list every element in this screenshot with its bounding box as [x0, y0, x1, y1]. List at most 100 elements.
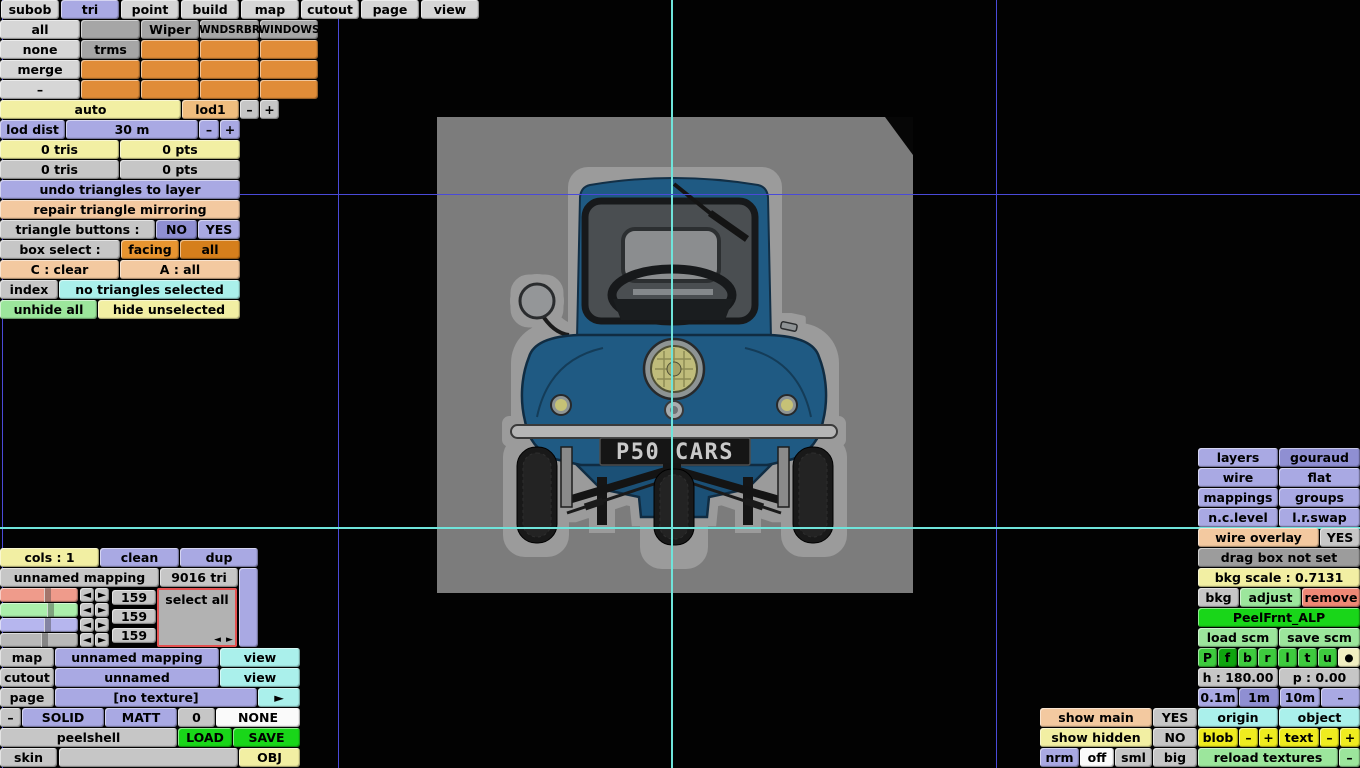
- subob-merge-button[interactable]: merge: [0, 60, 80, 79]
- subob-col-wiper[interactable]: Wiper: [141, 20, 199, 39]
- triangle-buttons-no[interactable]: NO: [156, 220, 197, 239]
- view-key-b-button[interactable]: b: [1238, 648, 1257, 667]
- select-all-hotkey-button[interactable]: A : all: [120, 260, 240, 279]
- nc-level-button[interactable]: n.c.level: [1198, 508, 1278, 527]
- cutout-label[interactable]: cutout: [0, 668, 54, 687]
- nrm-off-button[interactable]: off: [1080, 748, 1114, 767]
- subob-col-wndsrbr[interactable]: WNDSRBR: [200, 20, 259, 39]
- save-button[interactable]: SAVE: [233, 728, 300, 747]
- lod-level-button[interactable]: lod1: [182, 100, 239, 119]
- bkg-remove-button[interactable]: remove: [1302, 588, 1360, 607]
- subob-cell[interactable]: [260, 80, 318, 99]
- lod-dist-minus-button[interactable]: –: [199, 120, 219, 139]
- subob-none-button[interactable]: none: [0, 40, 80, 59]
- page-value[interactable]: [no texture]: [55, 688, 257, 707]
- blue-increment-button[interactable]: ►: [95, 618, 109, 632]
- flat-button[interactable]: flat: [1279, 468, 1360, 487]
- red-decrement-button[interactable]: ◄: [80, 588, 94, 602]
- slider-handle[interactable]: [44, 588, 52, 602]
- red-increment-button[interactable]: ►: [95, 588, 109, 602]
- slider-handle[interactable]: [46, 603, 54, 617]
- view-key-l-button[interactable]: l: [1278, 648, 1297, 667]
- skin-name-field[interactable]: [59, 748, 238, 767]
- mapping-scroll-strip[interactable]: [239, 568, 258, 647]
- matt-button[interactable]: MATT: [105, 708, 177, 727]
- menu-item-map[interactable]: map: [241, 0, 299, 19]
- lr-swap-button[interactable]: l.r.swap: [1279, 508, 1360, 527]
- load-button[interactable]: LOAD: [178, 728, 232, 747]
- view-key-u-button[interactable]: u: [1318, 648, 1337, 667]
- subob-col-windows[interactable]: WINDOWS: [260, 20, 318, 39]
- nrm-big-button[interactable]: big: [1153, 748, 1197, 767]
- view-key-dot-button[interactable]: ●: [1338, 648, 1360, 667]
- clear-selection-button[interactable]: C : clear: [0, 260, 119, 279]
- menu-item-view[interactable]: view: [421, 0, 479, 19]
- save-scm-button[interactable]: save scm: [1279, 628, 1360, 647]
- view-key-r-button[interactable]: r: [1258, 648, 1277, 667]
- map-label[interactable]: map: [0, 648, 54, 667]
- menu-item-page[interactable]: page: [361, 0, 419, 19]
- gray-increment-button[interactable]: ►: [95, 633, 109, 647]
- cols-button[interactable]: cols : 1: [0, 548, 99, 567]
- green-increment-button[interactable]: ►: [95, 603, 109, 617]
- mapping-name[interactable]: unnamed mapping: [0, 568, 159, 587]
- green-decrement-button[interactable]: ◄: [80, 603, 94, 617]
- mappings-button[interactable]: mappings: [1198, 488, 1278, 507]
- blob-button[interactable]: blob: [1198, 728, 1238, 747]
- skin-button[interactable]: skin: [0, 748, 57, 767]
- red-channel-slider[interactable]: [0, 588, 78, 602]
- show-main-value[interactable]: YES: [1153, 708, 1197, 727]
- blue-value[interactable]: 159: [112, 628, 156, 643]
- material-index[interactable]: 0: [178, 708, 215, 727]
- gray-channel-slider[interactable]: [0, 633, 78, 647]
- bkg-adjust-button[interactable]: adjust: [1240, 588, 1301, 607]
- wire-overlay-toggle[interactable]: wire overlay: [1198, 528, 1319, 547]
- lod-dist-value[interactable]: 30 m: [66, 120, 198, 139]
- layers-button[interactable]: layers: [1198, 448, 1278, 467]
- index-button[interactable]: index: [0, 280, 58, 299]
- origin-button[interactable]: origin: [1198, 708, 1278, 727]
- map-value[interactable]: unnamed mapping: [55, 648, 219, 667]
- lod-dist-plus-button[interactable]: +: [220, 120, 240, 139]
- lod-plus-button[interactable]: +: [260, 100, 279, 119]
- viewport[interactable]: P50 CARS: [437, 117, 913, 593]
- lod-auto-button[interactable]: auto: [0, 100, 181, 119]
- subob-cell[interactable]: [260, 60, 318, 79]
- page-next-button[interactable]: ►: [258, 688, 300, 707]
- subob-cell[interactable]: [141, 60, 199, 79]
- red-value[interactable]: 159: [112, 590, 156, 605]
- gray-decrement-button[interactable]: ◄: [80, 633, 94, 647]
- wire-button[interactable]: wire: [1198, 468, 1278, 487]
- triangle-buttons-yes[interactable]: YES: [198, 220, 240, 239]
- view-key-f-button[interactable]: f: [1218, 648, 1237, 667]
- blob-plus-button[interactable]: +: [1259, 728, 1278, 747]
- gouraud-button[interactable]: gouraud: [1279, 448, 1360, 467]
- blob-minus-button[interactable]: –: [1239, 728, 1258, 747]
- subob-cell[interactable]: [141, 80, 199, 99]
- blue-decrement-button[interactable]: ◄: [80, 618, 94, 632]
- subob-cell[interactable]: [200, 80, 259, 99]
- show-hidden-value[interactable]: NO: [1153, 728, 1197, 747]
- background-texture-name[interactable]: PeelFrnt_ALP: [1198, 608, 1360, 627]
- nrm-sml-button[interactable]: sml: [1115, 748, 1152, 767]
- slider-handle[interactable]: [44, 618, 52, 632]
- bkg-button[interactable]: bkg: [1198, 588, 1239, 607]
- hide-unselected-button[interactable]: hide unselected: [98, 300, 240, 319]
- step-0-1m-button[interactable]: 0.1m: [1198, 688, 1238, 707]
- subob-cell[interactable]: [81, 80, 140, 99]
- clean-button[interactable]: clean: [100, 548, 179, 567]
- menu-item-point[interactable]: point: [121, 0, 179, 19]
- subob-blank-cell[interactable]: [81, 20, 140, 39]
- unhide-all-button[interactable]: unhide all: [0, 300, 97, 319]
- repair-mirroring-button[interactable]: repair triangle mirroring: [0, 200, 240, 219]
- text-button[interactable]: text: [1279, 728, 1319, 747]
- menu-item-build[interactable]: build: [181, 0, 239, 19]
- slider-handle[interactable]: [40, 633, 48, 647]
- object-button[interactable]: object: [1279, 708, 1360, 727]
- wire-overlay-value[interactable]: YES: [1320, 528, 1360, 547]
- reload-minus-button[interactable]: –: [1339, 748, 1360, 767]
- menu-item-cutout[interactable]: cutout: [301, 0, 359, 19]
- cutout-value[interactable]: unnamed: [55, 668, 219, 687]
- load-scm-button[interactable]: load scm: [1198, 628, 1278, 647]
- subob-all-button[interactable]: all: [0, 20, 80, 39]
